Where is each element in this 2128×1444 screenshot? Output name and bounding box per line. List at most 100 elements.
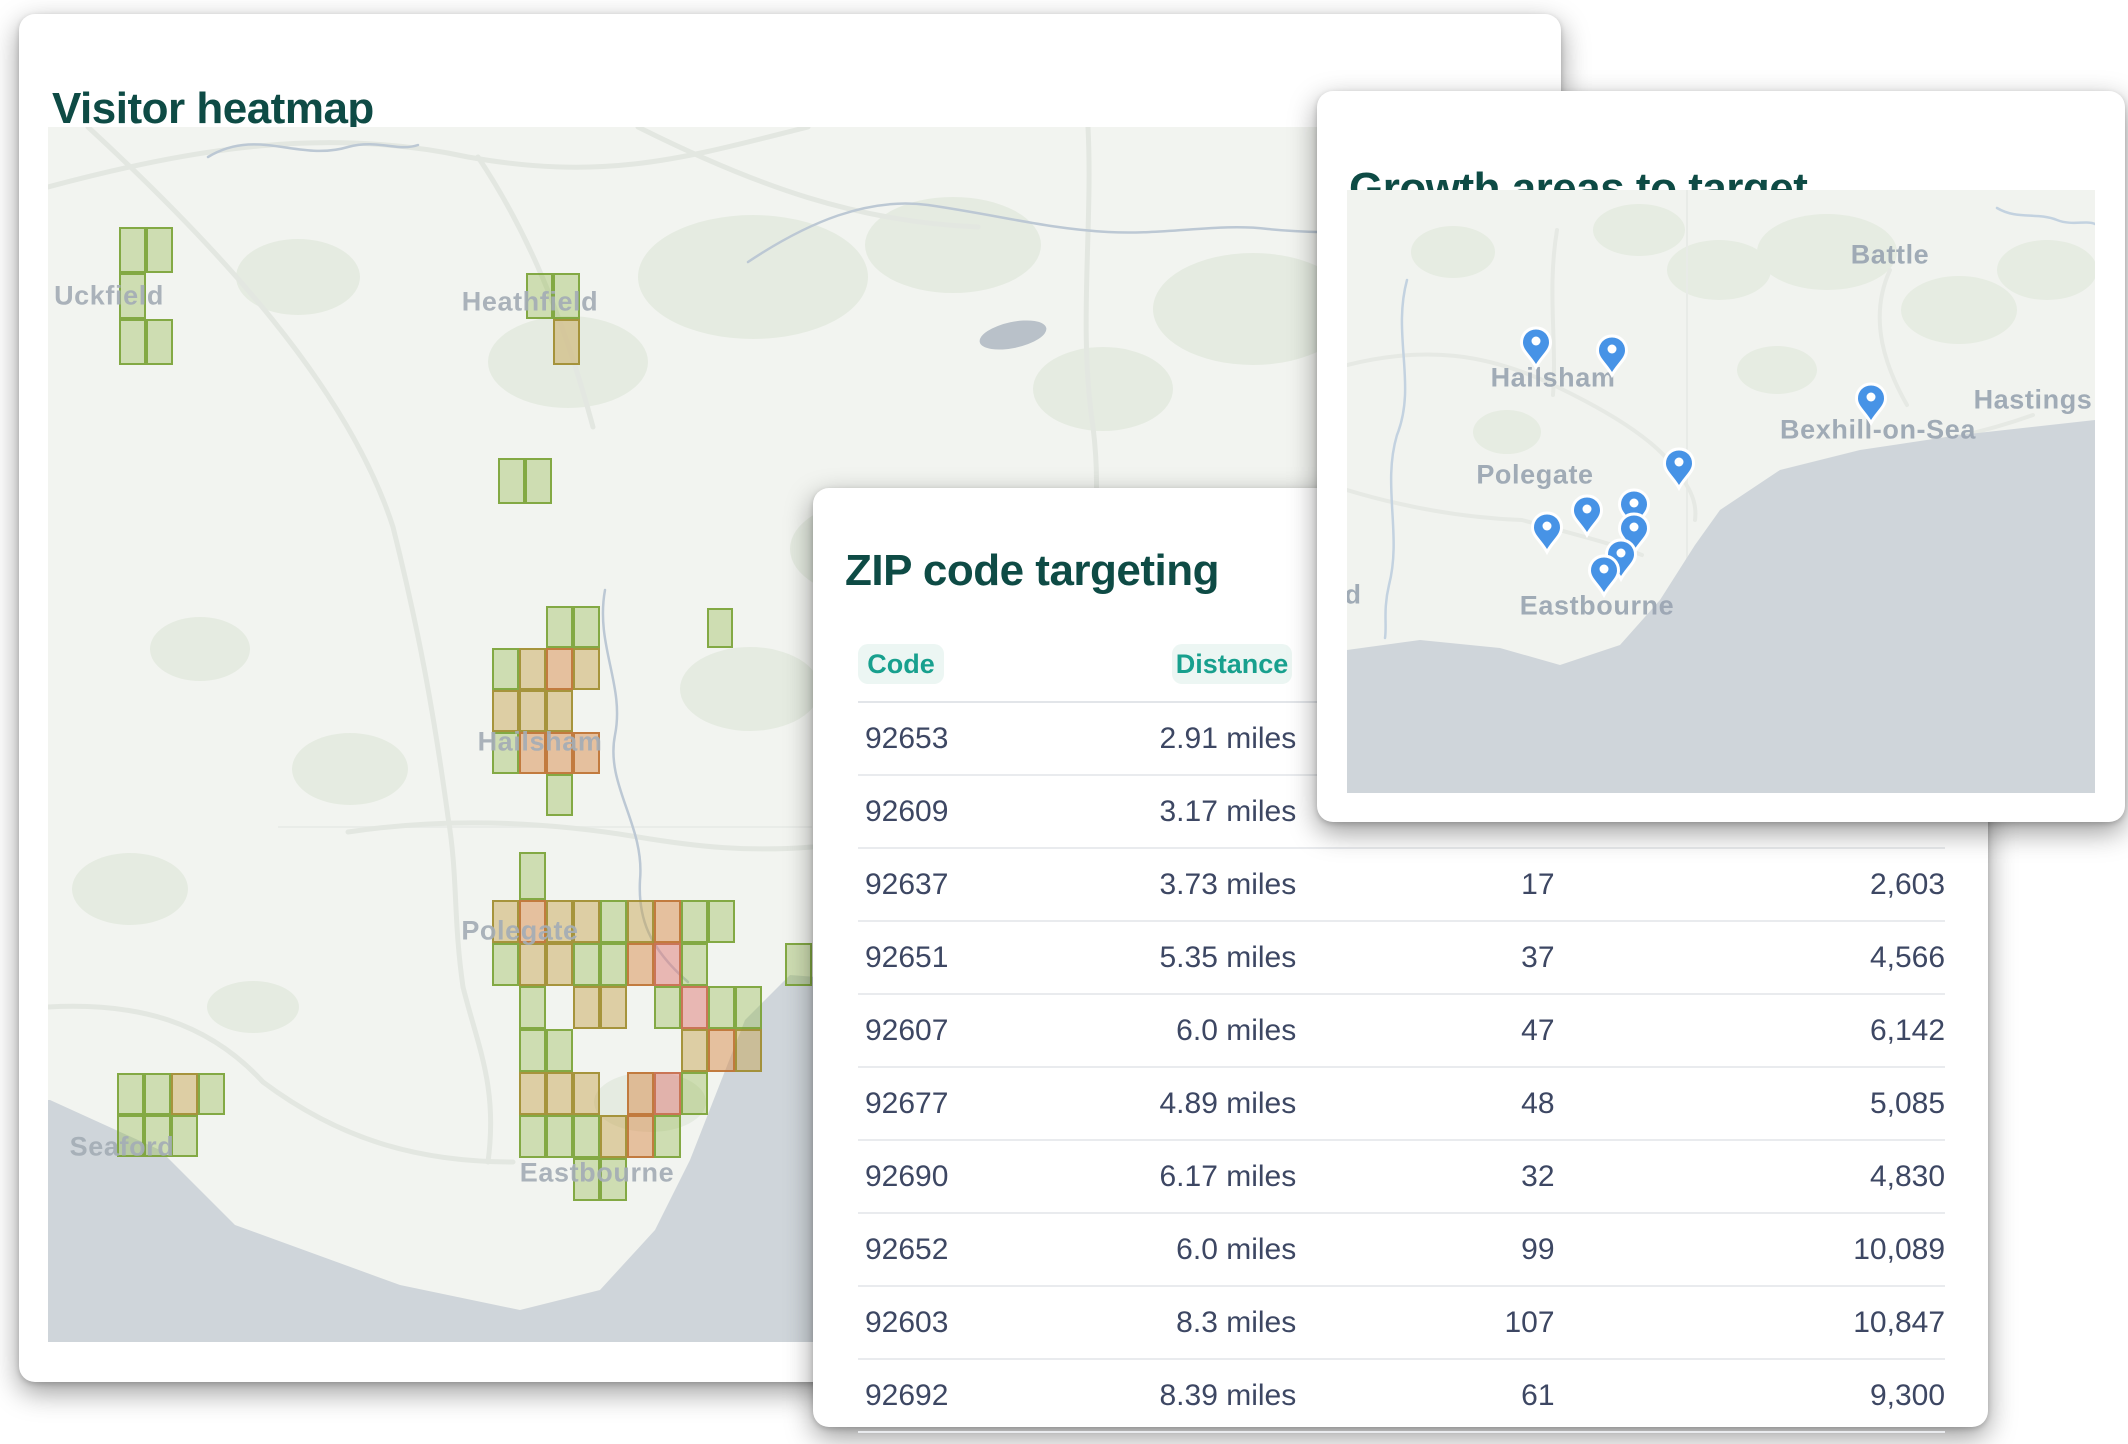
heatmap-cell bbox=[119, 227, 146, 273]
heatmap-cell bbox=[573, 986, 600, 1029]
heatmap-cell bbox=[600, 986, 627, 1029]
zip-table-row[interactable]: 926515.35 miles374,566 bbox=[858, 922, 1945, 995]
heatmap-cell bbox=[573, 1072, 600, 1115]
population-cell: 9,300 bbox=[1555, 1379, 1945, 1413]
count-cell: 61 bbox=[1296, 1379, 1554, 1413]
heatmap-cell bbox=[681, 943, 708, 986]
map-pin-icon[interactable] bbox=[1590, 556, 1619, 595]
zip-code-cell: 92651 bbox=[858, 941, 984, 975]
heatmap-cell bbox=[546, 1029, 573, 1072]
count-cell: 47 bbox=[1296, 1014, 1554, 1048]
place-label-hailsham: Hailsham bbox=[478, 727, 603, 758]
zip-table-row[interactable]: 926906.17 miles324,830 bbox=[858, 1141, 1945, 1214]
count-cell: 37 bbox=[1296, 941, 1554, 975]
distance-cell: 6.0 miles bbox=[984, 1233, 1296, 1267]
heatmap-cell bbox=[519, 986, 546, 1029]
heatmap-cell bbox=[735, 1029, 762, 1072]
distance-cell: 4.89 miles bbox=[984, 1087, 1296, 1121]
heatmap-cell bbox=[681, 900, 708, 943]
heatmap-cell bbox=[681, 1072, 708, 1115]
distance-cell: 8.39 miles bbox=[984, 1379, 1296, 1413]
zip-targeting-title: ZIP code targeting bbox=[845, 549, 1219, 593]
heatmap-cell bbox=[600, 943, 627, 986]
map-pin-icon[interactable] bbox=[1665, 449, 1694, 488]
zip-code-cell: 92609 bbox=[858, 795, 984, 829]
heatmap-cell bbox=[119, 319, 146, 365]
heatmap-cell bbox=[171, 1073, 198, 1115]
visitor-heatmap-title: Visitor heatmap bbox=[52, 87, 374, 131]
growth-areas-map[interactable]: BattleHailshamHastingsBexhill-on-SeaPole… bbox=[1347, 190, 2095, 793]
heatmap-cell bbox=[546, 648, 573, 690]
heatmap-cell bbox=[546, 1072, 573, 1115]
heatmap-cell bbox=[708, 1029, 735, 1072]
heatmap-cell bbox=[553, 319, 580, 365]
growth-map-pins-layer bbox=[1347, 190, 2095, 793]
heatmap-cell bbox=[546, 774, 573, 816]
map-pin-icon[interactable] bbox=[1573, 496, 1602, 535]
heatmap-cell bbox=[498, 458, 525, 504]
heatmap-cell bbox=[573, 943, 600, 986]
heatmap-cell bbox=[627, 900, 654, 943]
heatmap-cell bbox=[627, 943, 654, 986]
population-cell: 5,085 bbox=[1555, 1087, 1945, 1121]
heatmap-cell bbox=[519, 1072, 546, 1115]
heatmap-cell bbox=[654, 1115, 681, 1158]
place-label-uckfield: Uckfield bbox=[54, 281, 164, 312]
map-pin-icon[interactable] bbox=[1533, 513, 1562, 552]
heatmap-cell bbox=[654, 943, 681, 986]
population-cell: 6,142 bbox=[1555, 1014, 1945, 1048]
heatmap-cell bbox=[707, 608, 733, 648]
heatmap-cell bbox=[627, 1072, 654, 1115]
heatmap-cell bbox=[573, 1115, 600, 1158]
heatmap-cell bbox=[146, 319, 173, 365]
zip-table-row[interactable]: 926076.0 miles476,142 bbox=[858, 995, 1945, 1068]
growth-areas-card: Growth areas to target bbox=[1317, 91, 2125, 822]
distance-cell: 2.91 miles bbox=[984, 722, 1296, 756]
heatmap-cell bbox=[519, 1029, 546, 1072]
heatmap-cell bbox=[785, 943, 812, 986]
column-header-distance[interactable]: Distance bbox=[1172, 644, 1292, 684]
heatmap-cell bbox=[492, 943, 519, 986]
dashboard-canvas: Visitor heatmap bbox=[0, 0, 2128, 1444]
population-cell: 10,089 bbox=[1555, 1233, 1945, 1267]
count-cell: 107 bbox=[1296, 1306, 1554, 1340]
heatmap-cell bbox=[546, 606, 573, 648]
distance-cell: 3.73 miles bbox=[984, 868, 1296, 902]
count-cell: 32 bbox=[1296, 1160, 1554, 1194]
zip-code-cell: 92692 bbox=[858, 1379, 984, 1413]
heatmap-cell bbox=[519, 648, 546, 690]
heatmap-cell bbox=[573, 606, 600, 648]
zip-code-cell: 92603 bbox=[858, 1306, 984, 1340]
heatmap-cell bbox=[654, 1072, 681, 1115]
zip-code-cell: 92607 bbox=[858, 1014, 984, 1048]
zip-table-row[interactable]: 926928.39 miles619,300 bbox=[858, 1360, 1945, 1433]
heatmap-cell bbox=[708, 900, 735, 943]
heatmap-cell bbox=[681, 986, 708, 1029]
heatmap-cell bbox=[171, 1115, 198, 1157]
heatmap-cell bbox=[519, 1115, 546, 1158]
place-label-polegate: Polegate bbox=[461, 916, 578, 947]
heatmap-cell bbox=[146, 227, 173, 273]
zip-table-row[interactable]: 926774.89 miles485,085 bbox=[858, 1068, 1945, 1141]
column-header-code[interactable]: Code bbox=[858, 644, 944, 684]
distance-cell: 6.17 miles bbox=[984, 1160, 1296, 1194]
heatmap-cell bbox=[117, 1073, 144, 1115]
heatmap-cell bbox=[600, 900, 627, 943]
heatmap-cell bbox=[492, 648, 519, 690]
count-cell: 99 bbox=[1296, 1233, 1554, 1267]
place-label-heathfield: Heathfield bbox=[462, 287, 599, 318]
zip-code-cell: 92652 bbox=[858, 1233, 984, 1267]
map-pin-icon[interactable] bbox=[1857, 384, 1886, 423]
distance-cell: 3.17 miles bbox=[984, 795, 1296, 829]
map-pin-icon[interactable] bbox=[1598, 336, 1627, 375]
zip-code-cell: 92653 bbox=[858, 722, 984, 756]
heatmap-cell bbox=[519, 943, 546, 986]
heatmap-cell bbox=[627, 1115, 654, 1158]
zip-table-row[interactable]: 926373.73 miles172,603 bbox=[858, 849, 1945, 922]
zip-table-row[interactable]: 926526.0 miles9910,089 bbox=[858, 1214, 1945, 1287]
population-cell: 4,566 bbox=[1555, 941, 1945, 975]
map-pin-icon[interactable] bbox=[1522, 328, 1551, 367]
count-cell: 48 bbox=[1296, 1087, 1554, 1121]
heatmap-cell bbox=[708, 986, 735, 1029]
zip-table-row[interactable]: 926038.3 miles10710,847 bbox=[858, 1287, 1945, 1360]
